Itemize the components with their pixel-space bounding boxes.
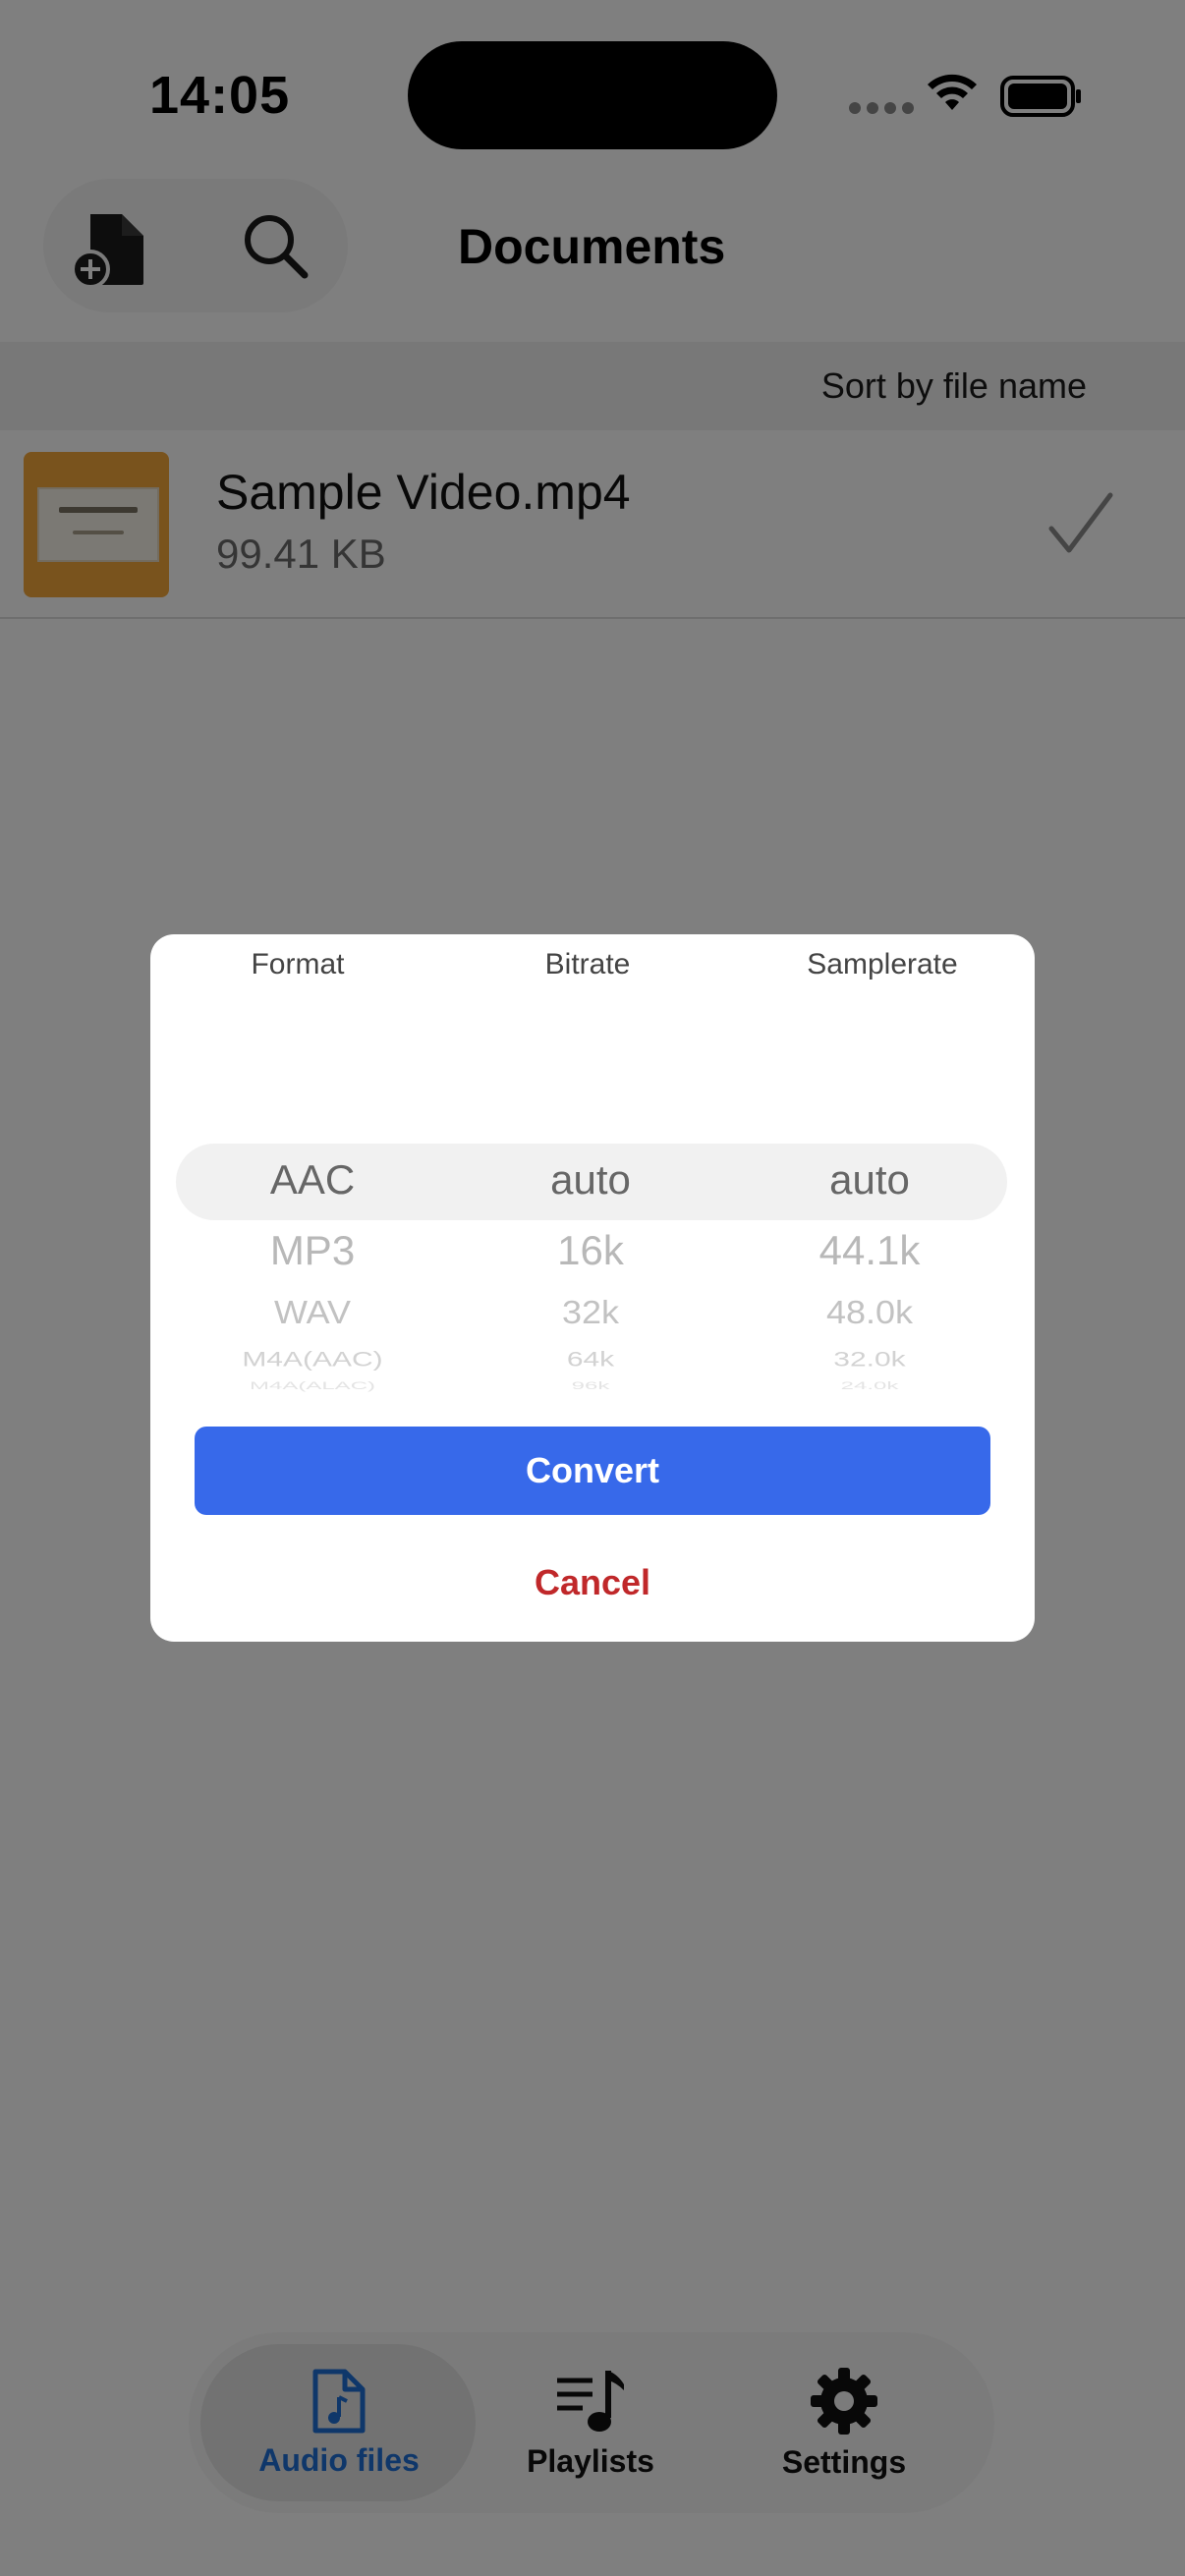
bitrate-option[interactable]: 96k — [443, 1380, 738, 1393]
bitrate-option[interactable]: 64k — [443, 1348, 738, 1372]
format-selected[interactable]: AAC — [165, 1156, 460, 1204]
format-option[interactable]: M4A(AAC) — [165, 1348, 460, 1372]
bitrate-selected[interactable]: auto — [443, 1156, 738, 1204]
samplerate-selected[interactable]: auto — [722, 1156, 1017, 1204]
samplerate-option[interactable]: 24.0k — [722, 1380, 1017, 1393]
format-option[interactable]: WAV — [165, 1294, 460, 1332]
format-picker[interactable]: AAC MP3 WAV M4A(AAC) M4A(ALAC) — [165, 934, 460, 1642]
cancel-button[interactable]: Cancel — [445, 1553, 740, 1612]
convert-button[interactable]: Convert — [195, 1427, 990, 1515]
samplerate-picker[interactable]: auto 44.1k 48.0k 32.0k 24.0k — [722, 934, 1017, 1642]
bitrate-picker[interactable]: auto 16k 32k 64k 96k — [443, 934, 738, 1642]
convert-dialog: Format Bitrate Samplerate AAC MP3 WAV M4… — [150, 934, 1035, 1642]
samplerate-option[interactable]: 32.0k — [722, 1348, 1017, 1372]
bitrate-option[interactable]: 32k — [443, 1294, 738, 1332]
samplerate-option[interactable]: 48.0k — [722, 1294, 1017, 1332]
samplerate-option[interactable]: 44.1k — [722, 1227, 1017, 1274]
format-option[interactable]: MP3 — [165, 1227, 460, 1274]
format-option[interactable]: M4A(ALAC) — [165, 1380, 460, 1393]
bitrate-option[interactable]: 16k — [443, 1227, 738, 1274]
